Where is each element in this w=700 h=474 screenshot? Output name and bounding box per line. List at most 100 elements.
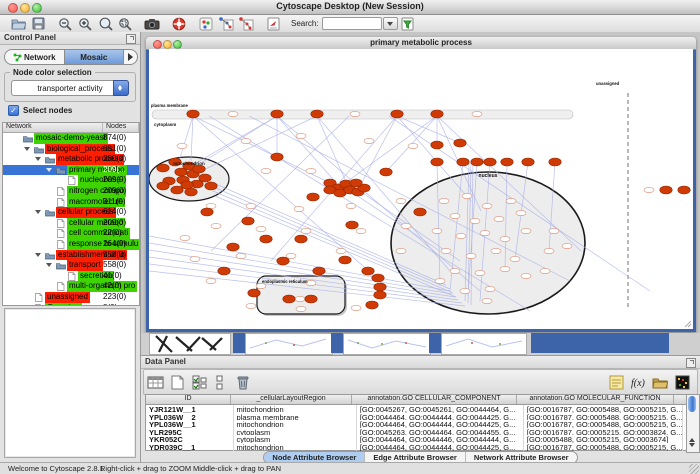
import-attributes-icon[interactable] [650, 372, 670, 392]
label-node[interactable] [491, 248, 501, 253]
tree-header-nodes[interactable]: Nodes [103, 123, 139, 132]
delete-attribute-icon[interactable] [233, 372, 253, 392]
label-node[interactable] [261, 168, 271, 173]
label-node[interactable] [286, 253, 296, 258]
label-node[interactable] [351, 305, 361, 310]
help-icon[interactable] [171, 16, 187, 31]
label-node[interactable] [521, 228, 531, 233]
label-node[interactable] [482, 298, 492, 303]
label-node[interactable] [246, 303, 256, 308]
node[interactable] [187, 110, 199, 118]
tree-item-mosaic-demo-yeast[interactable]: mosaic-demo-yeast874(0) [3, 133, 139, 144]
node[interactable] [431, 141, 443, 149]
scroll-up-icon[interactable] [689, 435, 695, 442]
float-panel-icon[interactable] [686, 358, 696, 368]
label-node[interactable] [180, 235, 190, 240]
node[interactable] [366, 301, 378, 309]
node[interactable] [227, 243, 239, 251]
notes-icon[interactable] [606, 372, 626, 392]
node[interactable] [313, 267, 325, 275]
label-node[interactable] [500, 266, 510, 271]
network-navigator[interactable] [4, 308, 136, 458]
vizmapper-icon[interactable] [198, 16, 214, 31]
column-header[interactable]: annotation.GO CELLULAR_COMPONENT [352, 395, 517, 404]
label-node[interactable] [432, 228, 442, 233]
label-node[interactable] [236, 253, 246, 258]
tab-network[interactable]: Network [5, 50, 64, 64]
label-node[interactable] [356, 228, 366, 233]
node[interactable] [457, 158, 469, 166]
label-node[interactable] [456, 233, 466, 238]
node[interactable] [271, 153, 283, 161]
label-node[interactable] [336, 248, 346, 253]
tree-item-response-to-stimulu[interactable]: response to stimulu264(0) [3, 239, 139, 250]
label-node[interactable] [396, 198, 406, 203]
matrix-icon[interactable] [672, 372, 692, 392]
label-node[interactable] [644, 187, 654, 192]
label-node[interactable] [294, 206, 304, 211]
label-node[interactable] [295, 296, 305, 301]
zoom-fit-icon[interactable] [97, 16, 113, 31]
expand-arrow-icon[interactable] [46, 263, 52, 270]
function-builder-icon[interactable]: f(x) [628, 372, 648, 392]
label-node[interactable] [435, 278, 445, 283]
layout-nodes-icon[interactable] [218, 16, 234, 31]
table-row[interactable]: YKR052Ccytoplasm[GO:0044464, GO:0044446,… [146, 435, 687, 443]
resize-grip[interactable] [689, 464, 699, 474]
node[interactable] [431, 158, 443, 166]
label-node[interactable] [485, 286, 495, 291]
label-node[interactable] [549, 228, 559, 233]
node[interactable] [193, 165, 205, 173]
expand-arrow-icon[interactable] [35, 157, 41, 164]
label-node[interactable] [494, 216, 504, 221]
tree-item-cell-communicati[interactable]: cell communicati22(0) [3, 228, 139, 239]
tree-item-metabolic-process[interactable]: metabolic process280(0) [3, 154, 139, 165]
label-node[interactable] [350, 111, 360, 116]
float-panel-icon[interactable] [126, 34, 136, 44]
node[interactable] [501, 158, 513, 166]
label-node[interactable] [562, 243, 572, 248]
label-node[interactable] [296, 306, 306, 311]
label-node[interactable] [472, 111, 482, 116]
label-node[interactable] [460, 288, 470, 293]
expand-arrow-icon[interactable] [46, 168, 52, 175]
node[interactable] [391, 110, 403, 118]
background-window-fragment[interactable] [149, 333, 231, 355]
node[interactable] [199, 174, 211, 182]
tree-item-cellular-metabo[interactable]: cellular metabo209(0) [3, 218, 139, 229]
node[interactable] [522, 158, 534, 166]
node[interactable] [171, 186, 183, 194]
label-node[interactable] [462, 193, 472, 198]
node[interactable] [205, 182, 217, 190]
node[interactable] [484, 158, 496, 166]
label-node[interactable] [408, 143, 418, 148]
label-node[interactable] [190, 256, 200, 261]
node[interactable] [414, 208, 426, 216]
more-tabs-arrow[interactable] [123, 50, 137, 64]
label-node[interactable] [516, 210, 526, 215]
tree-item-biological-process[interactable]: biological_process651(0) [3, 144, 139, 155]
node-color-dropdown[interactable]: transporter activity [11, 80, 129, 96]
label-node[interactable] [521, 273, 531, 278]
select-attributes-icon[interactable] [189, 372, 209, 392]
table-row[interactable]: YJR121W__1mitochondrion[GO:0045267, GO:0… [146, 405, 687, 413]
node[interactable] [660, 186, 672, 194]
new-attribute-icon[interactable] [167, 372, 187, 392]
expand-arrow-icon[interactable] [24, 147, 30, 154]
node[interactable] [277, 257, 289, 265]
open-icon[interactable] [10, 16, 26, 31]
label-node[interactable] [540, 268, 550, 273]
background-window-fragment[interactable] [343, 333, 431, 355]
label-node[interactable] [450, 268, 460, 273]
node[interactable] [431, 110, 443, 118]
table-row[interactable]: YDR039C__1mitochondrion[GO:0044464, GO:0… [146, 443, 687, 451]
node[interactable] [157, 182, 169, 190]
node[interactable] [181, 181, 193, 189]
column-header[interactable]: ID [146, 395, 231, 404]
node[interactable] [471, 158, 483, 166]
tree-item-secretion[interactable]: secretion41(0) [3, 271, 139, 282]
label-node[interactable] [544, 248, 554, 253]
node[interactable] [372, 274, 384, 282]
node[interactable] [311, 110, 323, 118]
scroll-down-icon[interactable] [689, 443, 695, 450]
